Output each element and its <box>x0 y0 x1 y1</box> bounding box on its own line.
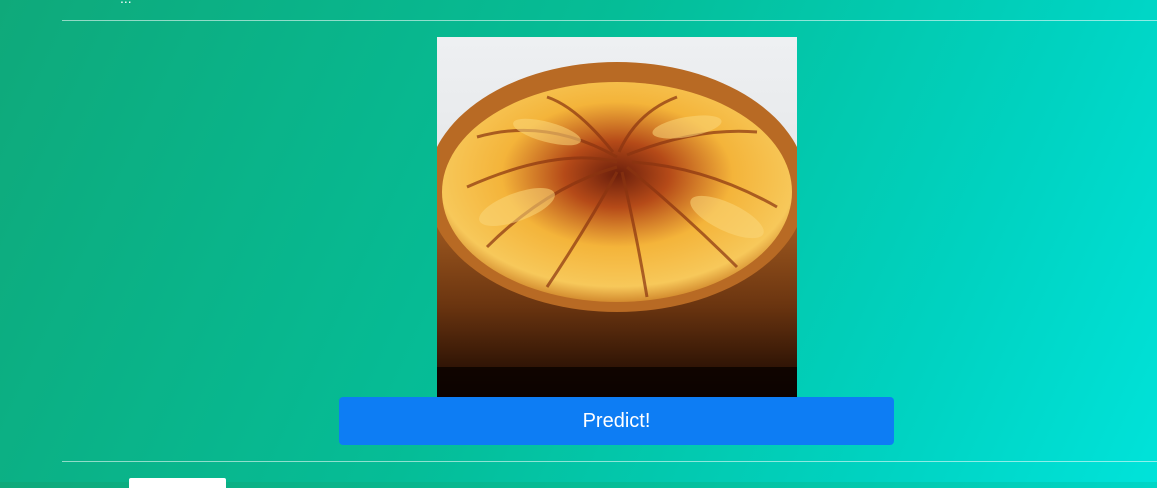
predict-button[interactable]: Predict! <box>339 397 894 445</box>
header-text: ... <box>120 0 132 6</box>
tart-photo <box>437 37 797 397</box>
partial-input-box[interactable] <box>129 478 226 488</box>
bottom-divider <box>62 461 1157 462</box>
top-divider <box>62 20 1157 21</box>
uploaded-image-preview <box>437 37 797 397</box>
